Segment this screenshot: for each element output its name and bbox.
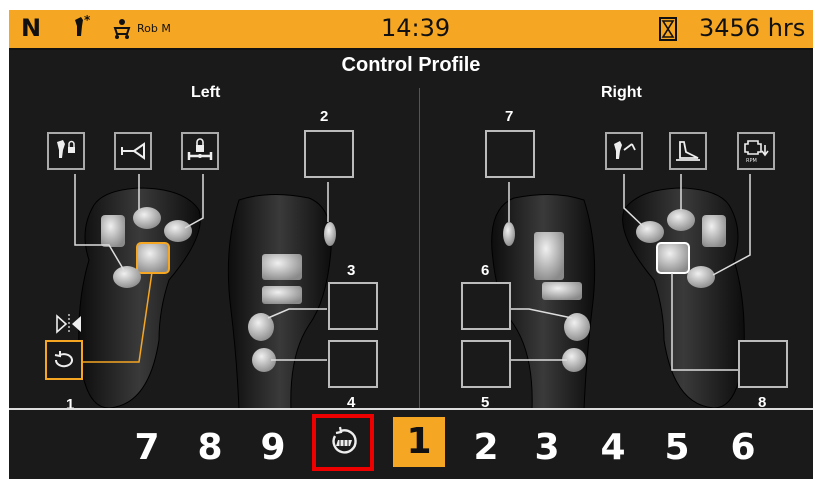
assign-slot-8[interactable] xyxy=(738,340,788,388)
left-joystick-top xyxy=(78,187,201,409)
swap-profile-button[interactable] xyxy=(312,414,374,471)
profile-button-5[interactable]: 5 xyxy=(651,422,703,474)
bucket-icon[interactable] xyxy=(669,132,707,170)
joystick-lock-icon[interactable] xyxy=(47,132,85,170)
right-joystick-top xyxy=(622,187,745,409)
left-joystick-side xyxy=(227,193,336,410)
assign-slot-6[interactable] xyxy=(461,282,511,330)
button-number-6: 6 xyxy=(481,262,490,279)
horn-icon[interactable] xyxy=(114,132,152,170)
button-number-2: 2 xyxy=(320,108,329,125)
profile-button-4[interactable]: 4 xyxy=(587,422,639,474)
assign-slot-3[interactable] xyxy=(328,282,378,330)
profile-button-6[interactable]: 6 xyxy=(717,422,769,474)
joystick-diagram xyxy=(74,174,751,410)
assign-slot-5[interactable] xyxy=(461,340,511,388)
mirror-icon[interactable] xyxy=(55,312,83,340)
profile-button-7[interactable]: 7 xyxy=(121,422,173,474)
engine-rpm-icon[interactable]: RPM xyxy=(737,132,775,170)
svg-text:RPM: RPM xyxy=(746,158,757,164)
joystick-arm-icon[interactable] xyxy=(605,132,643,170)
assign-slot-7[interactable] xyxy=(485,130,535,178)
profile-button-1[interactable]: 1 xyxy=(393,417,445,467)
button-number-3: 3 xyxy=(347,262,356,279)
screen: N * Rob M 14:39 3456 hrs Control Profile… xyxy=(9,10,813,479)
assign-slot-4[interactable] xyxy=(328,340,378,388)
rotate-icon[interactable] xyxy=(45,340,83,380)
profile-button-2[interactable]: 2 xyxy=(460,422,512,474)
assign-slot-2[interactable] xyxy=(304,130,354,178)
profile-button-3[interactable]: 3 xyxy=(521,422,573,474)
profile-button-8[interactable]: 8 xyxy=(184,422,236,474)
axle-lock-icon[interactable] xyxy=(181,132,219,170)
profile-button-9[interactable]: 9 xyxy=(247,422,299,474)
swap-profile-icon xyxy=(326,424,360,462)
button-number-7: 7 xyxy=(505,108,514,125)
